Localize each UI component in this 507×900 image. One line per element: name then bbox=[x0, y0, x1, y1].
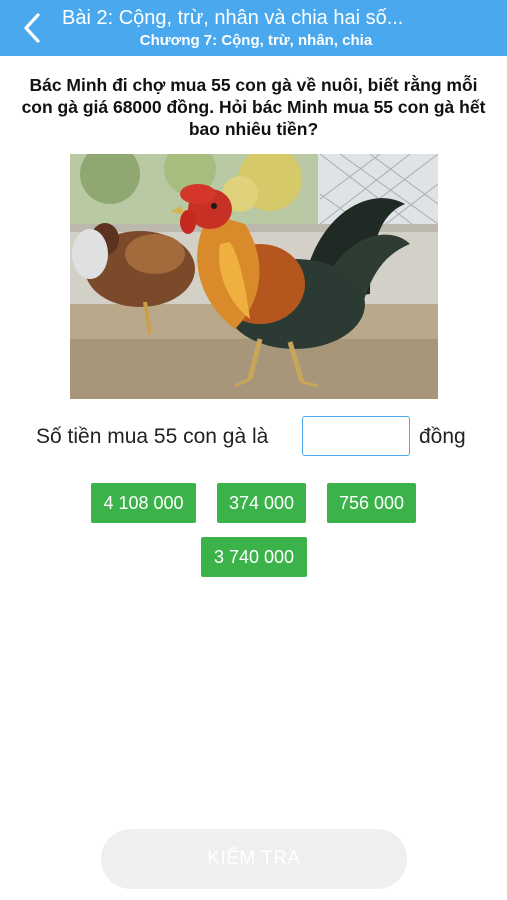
option-button[interactable]: 756 000 bbox=[327, 483, 416, 523]
answer-unit: đồng bbox=[419, 425, 466, 448]
answer-sentence: Số tiền mua 55 con gà là đồng bbox=[0, 416, 507, 460]
option-button[interactable]: 3 740 000 bbox=[201, 537, 307, 577]
check-button[interactable]: KIỂM TRA bbox=[101, 829, 407, 889]
answer-input[interactable] bbox=[302, 416, 410, 456]
lesson-title: Bài 2: Cộng, trừ, nhân và chia hai số... bbox=[62, 7, 404, 29]
rooster-photo bbox=[70, 154, 438, 399]
answer-prefix: Số tiền mua 55 con gà là bbox=[36, 425, 269, 448]
chevron-left-icon bbox=[24, 13, 40, 43]
option-button[interactable]: 374 000 bbox=[217, 483, 306, 523]
question-text: Bác Minh đi chợ mua 55 con gà về nuôi, b… bbox=[21, 75, 486, 139]
option-button[interactable]: 4 108 000 bbox=[91, 483, 196, 523]
back-button[interactable] bbox=[14, 10, 50, 46]
header-bar: Bài 2: Cộng, trừ, nhân và chia hai số...… bbox=[0, 0, 507, 56]
exercise-screen: Bài 2: Cộng, trừ, nhân và chia hai số...… bbox=[0, 0, 507, 900]
chapter-subtitle: Chương 7: Cộng, trừ, nhân, chia bbox=[139, 32, 373, 49]
